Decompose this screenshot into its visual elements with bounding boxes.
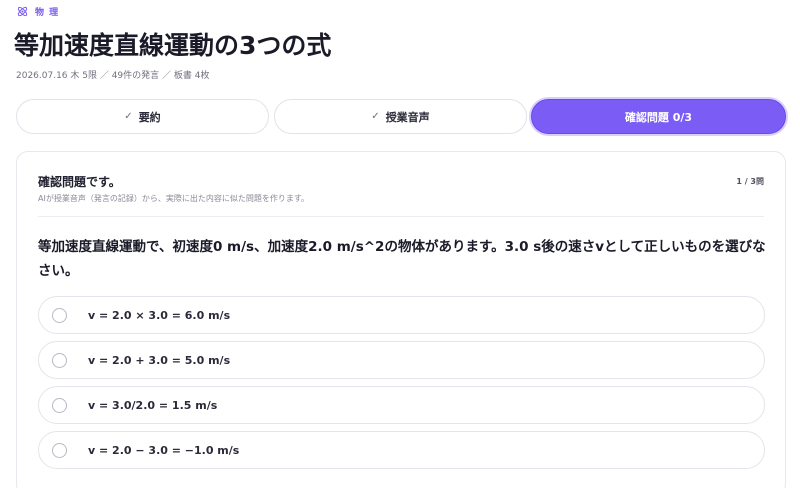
answer-option[interactable]: v = 2.0 × 3.0 = 6.0 m/s <box>38 296 765 334</box>
divider <box>38 216 764 217</box>
quiz-description: AIが授業音声（発言の記録）から、実際に出た内容に似た問題を作ります。 <box>38 194 310 203</box>
answer-option-label: v = 2.0 + 3.0 = 5.0 m/s <box>88 353 231 367</box>
answer-option-label: v = 2.0 − 3.0 = −1.0 m/s <box>88 443 240 457</box>
answer-option[interactable]: v = 2.0 + 3.0 = 5.0 m/s <box>38 341 765 379</box>
tab-audio-label: 授業音声 <box>385 110 430 124</box>
quiz-heading: 確認問題です。 <box>38 175 121 189</box>
atom-icon <box>17 6 28 16</box>
quiz-card: 確認問題です。 AIが授業音声（発言の記録）から、実際に出た内容に似た問題を作り… <box>16 151 786 488</box>
radio-icon[interactable] <box>52 352 67 368</box>
lesson-meta: 2026.07.16 木 5限 ／ 49件の発言 ／ 板書 4枚 <box>16 71 210 81</box>
radio-icon[interactable] <box>52 397 67 413</box>
answer-option[interactable]: v = 2.0 − 3.0 = −1.0 m/s <box>38 431 765 469</box>
tab-audio[interactable]: ✓ 授業音声 <box>274 99 527 134</box>
page-title: 等加速度直線運動の3つの式 <box>14 31 332 60</box>
tab-quiz-label: 確認問題 0/3 <box>624 110 693 124</box>
question-text: 等加速度直線運動で、初速度0 m/s、加速度2.0 m/s^2の物体があります。… <box>38 239 766 279</box>
answer-option-label: v = 3.0/2.0 = 1.5 m/s <box>88 398 218 412</box>
check-icon: ✓ <box>124 111 133 122</box>
tab-quiz[interactable]: 確認問題 0/3 <box>531 99 786 134</box>
radio-icon[interactable] <box>52 442 67 458</box>
tab-summary[interactable]: ✓ 要約 <box>16 99 269 134</box>
answer-option[interactable]: v = 3.0/2.0 = 1.5 m/s <box>38 386 765 424</box>
tab-bar: ✓ 要約 ✓ 授業音声 確認問題 0/3 <box>16 99 786 134</box>
radio-icon[interactable] <box>52 307 67 323</box>
tab-summary-label: 要約 <box>138 110 161 124</box>
subject-tag: 物 理 <box>16 4 59 18</box>
subject-label: 物 理 <box>35 7 60 18</box>
answer-option-label: v = 2.0 × 3.0 = 6.0 m/s <box>88 308 231 322</box>
question-counter: 1 / 3問 <box>736 177 764 186</box>
check-icon: ✓ <box>371 111 380 122</box>
